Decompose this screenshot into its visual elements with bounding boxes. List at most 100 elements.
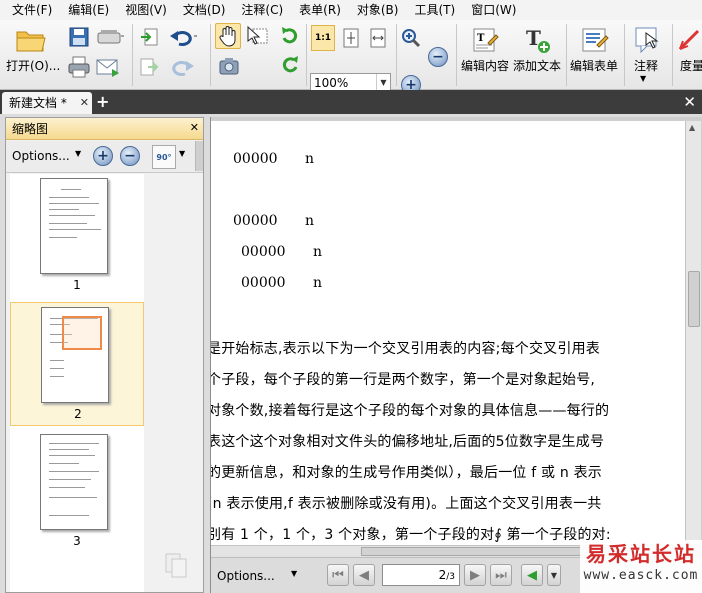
select-text-icon[interactable] [244,24,270,48]
document-page[interactable]: 00000 n 00000 n 00000 n 00000 n 是开始标志,表示… [211,121,685,545]
actual-size-button[interactable]: 1:1 [311,25,335,51]
text-line: 表这个这个对象相对文件头的偏移地址,后面的5位数字是生成号 [211,434,605,450]
email-icon[interactable] [94,54,122,80]
fit-page-icon[interactable] [339,25,363,51]
edit-content-button[interactable]: 编辑内容 [461,57,509,74]
text-line: 个子段，每个子段的第一行是两个数字，第一个是对象起始号, [211,372,596,388]
chevron-down-icon[interactable]: ▼ [640,74,646,83]
xref-flag: n [305,213,315,229]
thumbnail-panel: 缩略图 ✕ Options... ▼ + − 90° ▼ 1 2 3 [5,117,204,593]
rotate-thumbs-button[interactable]: 90° [152,145,176,169]
fit-width-icon[interactable] [366,25,390,51]
xref-flag: n [313,275,323,291]
text-line: 对象个数,接着每行是这个子段的每个对象的具体信息——每行的 [211,403,610,419]
menu-document[interactable]: 文档(D) [175,0,234,20]
scanner-icon[interactable] [94,25,126,49]
menu-bar: 文件(F) 编辑(E) 视图(V) 文档(D) 注释(C) 表单(R) 对象(B… [0,0,702,20]
page-preview [40,434,108,530]
undo-icon[interactable] [168,26,200,48]
panel-scrollbar[interactable] [195,141,203,171]
scroll-thumb[interactable] [361,547,611,556]
pages-icon [163,551,191,579]
chevron-down-icon[interactable]: ▼ [179,149,185,158]
xref-offset: 00000 [233,213,278,229]
toolbar: 打开(O)... 1:1 100% ▼ − + T 编辑内容 T 添加文本 编辑… [0,20,702,95]
thumbnail-list: 1 2 3 [10,174,144,592]
first-page-icon[interactable]: ⏮ [327,564,349,586]
thumbnail-page-2[interactable]: 2 [10,302,144,426]
annotate-icon[interactable] [630,24,664,56]
zoom-out-icon[interactable]: − [428,47,448,67]
thumbnail-page-3[interactable]: 3 [10,430,144,554]
print-icon[interactable] [66,54,92,80]
shrink-thumbs-icon[interactable]: − [120,146,140,166]
hand-tool-icon[interactable] [215,23,241,49]
viewport-indicator[interactable] [62,316,102,350]
text-line: 是开始标志,表示以下为一个交叉引用表的内容;每个交叉引用表 [211,341,600,357]
status-options-button[interactable]: Options... [217,569,275,583]
menu-object[interactable]: 对象(B) [349,0,407,20]
go-back-icon[interactable]: ◀ [521,564,543,586]
scroll-thumb[interactable] [688,271,700,327]
menu-window[interactable]: 窗口(W) [463,0,524,20]
next-page-icon[interactable]: ▶ [464,564,486,586]
menu-form[interactable]: 表单(R) [291,0,349,20]
svg-text:T: T [477,33,485,44]
text-line: (n 表示使用,f 表示被删除或没有用)。上面这个交叉引用表一共 [211,496,602,512]
watermark-url: www.easck.com [583,568,699,583]
close-icon[interactable]: ✕ [683,93,696,111]
xref-flag: n [313,244,323,260]
xref-offset: 00000 [241,244,286,260]
vertical-scrollbar[interactable]: ▲ [685,121,701,545]
scroll-up-icon[interactable]: ▲ [689,123,695,132]
close-tab-icon[interactable]: ✕ [80,92,89,114]
redo-icon[interactable] [168,56,200,78]
prev-page-icon[interactable]: ◀ [353,564,375,586]
thumbnail-page-1[interactable]: 1 [10,174,144,298]
last-page-icon[interactable]: ⏭ [490,564,512,586]
panel-toolbar: Options... ▼ + − 90° ▼ [6,141,203,173]
edit-form-button[interactable]: 编辑表单 [570,57,618,74]
menu-comment[interactable]: 注释(C) [233,0,291,20]
chevron-down-icon[interactable]: ▼ [291,569,297,578]
xref-flag: n [305,151,315,167]
rotate-ccw-icon[interactable] [278,54,302,76]
tab-new-document[interactable]: 新建文档 * ✕ [2,92,92,114]
panel-header: 缩略图 ✕ [6,118,203,140]
measure-button[interactable]: 度量 [680,57,702,74]
annotate-button[interactable]: 注释 [634,57,658,74]
page-number: 3 [73,534,81,548]
measure-icon[interactable] [676,24,702,56]
enlarge-thumbs-icon[interactable]: + [93,146,113,166]
close-panel-icon[interactable]: ✕ [190,117,199,139]
xref-offset: 00000 [233,151,278,167]
watermark: 易采站长站 www.easck.com [580,540,702,593]
edit-form-icon[interactable] [578,24,612,56]
menu-edit[interactable]: 编辑(E) [60,0,117,20]
import-icon[interactable] [138,26,160,48]
open-button[interactable]: 打开(O)... [6,57,60,74]
page-preview [40,178,108,274]
menu-tools[interactable]: 工具(T) [406,0,463,20]
menu-file[interactable]: 文件(F) [4,0,60,20]
save-icon[interactable] [66,25,92,49]
panel-options-button[interactable]: Options... [12,149,70,163]
panel-title: 缩略图 [12,122,49,136]
edit-content-icon[interactable]: T [468,24,502,56]
page-number: 1 [73,278,81,292]
snapshot-icon[interactable] [216,54,242,78]
zoom-in-magnifier-icon[interactable] [400,27,422,49]
open-folder-icon[interactable] [14,24,48,56]
add-text-button[interactable]: 添加文本 [513,57,561,74]
page-number-field[interactable]: 2/3 [382,564,460,586]
xref-offset: 00000 [241,275,286,291]
rotate-cw-icon[interactable] [278,25,302,47]
export-icon[interactable] [138,56,160,78]
total-pages: /3 [446,572,455,582]
zoom-value: 100% [314,76,349,90]
add-tab-icon[interactable]: + [96,94,110,110]
add-text-icon[interactable]: T [520,24,554,56]
chevron-down-icon[interactable]: ▼ [75,149,81,158]
chevron-down-icon[interactable]: ▼ [547,564,561,586]
menu-view[interactable]: 视图(V) [117,0,175,20]
